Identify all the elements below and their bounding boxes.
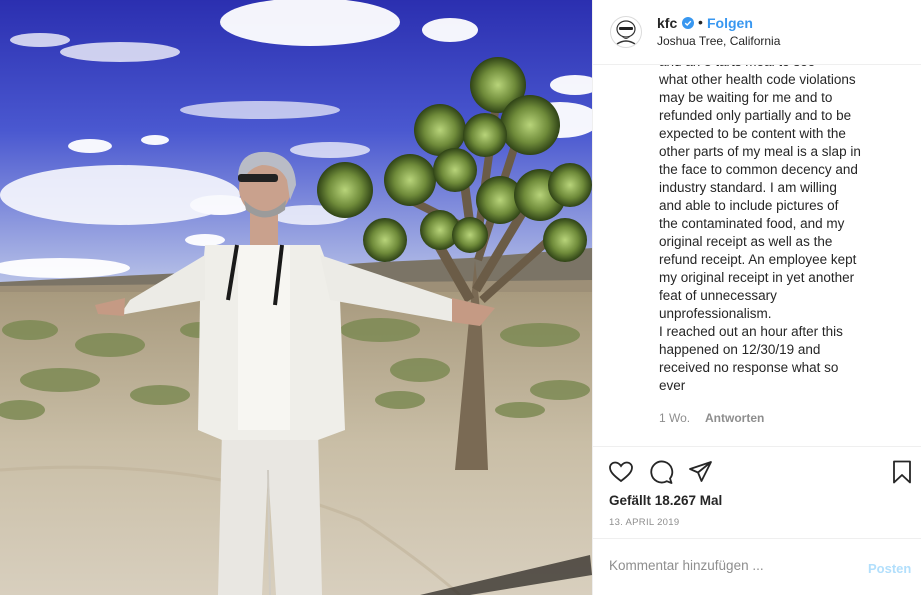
- comment-line: I reached out an hour after this: [659, 324, 843, 339]
- post-photo[interactable]: [0, 0, 592, 595]
- comment-line: industry standard. I am willing: [659, 180, 837, 195]
- post-username[interactable]: kfc: [657, 15, 677, 31]
- post-header: kfc • Folgen Joshua Tree, California: [593, 0, 921, 65]
- comment-line: happened on 12/30/19 and: [659, 342, 821, 357]
- comment-line: expected to be content with the: [659, 126, 846, 141]
- comment-line: my original receipt in yet another: [659, 270, 855, 285]
- desert-scene: [0, 0, 592, 595]
- colonel-logo-icon: [616, 20, 636, 45]
- verified-badge-icon: [682, 17, 694, 29]
- separator-dot: •: [698, 14, 703, 30]
- comment-line: unprofessionalism.: [659, 306, 772, 321]
- comment-line: the contaminated food, and my: [659, 216, 845, 231]
- likes-count[interactable]: Gefällt 18.267 Mal: [609, 493, 722, 508]
- comment-line: refunded only partially and to be: [659, 108, 852, 123]
- action-bar: Gefällt 18.267 Mal 13. APRIL 2019: [593, 446, 921, 531]
- comment-line: what other health code violations: [659, 72, 856, 87]
- comment-line: received no response what so: [659, 360, 839, 375]
- comment-icon[interactable]: [648, 459, 674, 485]
- comment-line: refund receipt. An employee kept: [659, 252, 857, 267]
- bookmark-icon[interactable]: [889, 459, 915, 485]
- comment-time[interactable]: 1 Wo.: [659, 411, 690, 425]
- comments-area[interactable]: and an 8 tarts meal to seewhat other hea…: [593, 65, 921, 445]
- post-sidebar: kfc • Folgen Joshua Tree, California and…: [592, 0, 921, 595]
- comment-line: original receipt as well as the: [659, 234, 833, 249]
- avatar[interactable]: [610, 16, 642, 48]
- comment-text: and an 8 tarts meal to seewhat other hea…: [659, 65, 909, 395]
- comment-line: feat of unnecessary: [659, 288, 777, 303]
- comment-line: other parts of my meal is a slap in: [659, 144, 861, 159]
- reply-button[interactable]: Antworten: [705, 411, 764, 425]
- follow-button[interactable]: Folgen: [707, 15, 753, 31]
- comment-input[interactable]: [609, 558, 849, 573]
- comment-line: ever: [659, 378, 686, 393]
- comment-line: and able to include pictures of: [659, 198, 839, 213]
- comment-line: may be waiting for me and to: [659, 90, 833, 105]
- share-icon[interactable]: [688, 459, 714, 485]
- post-comment-button[interactable]: Posten: [868, 561, 911, 576]
- add-comment-bar: Posten: [593, 538, 921, 596]
- post-date[interactable]: 13. APRIL 2019: [609, 517, 679, 528]
- instagram-post: kfc • Folgen Joshua Tree, California and…: [0, 0, 921, 595]
- location-link[interactable]: Joshua Tree, California: [657, 34, 780, 48]
- comment-line: the face to common decency and: [659, 162, 858, 177]
- heart-icon[interactable]: [608, 459, 634, 485]
